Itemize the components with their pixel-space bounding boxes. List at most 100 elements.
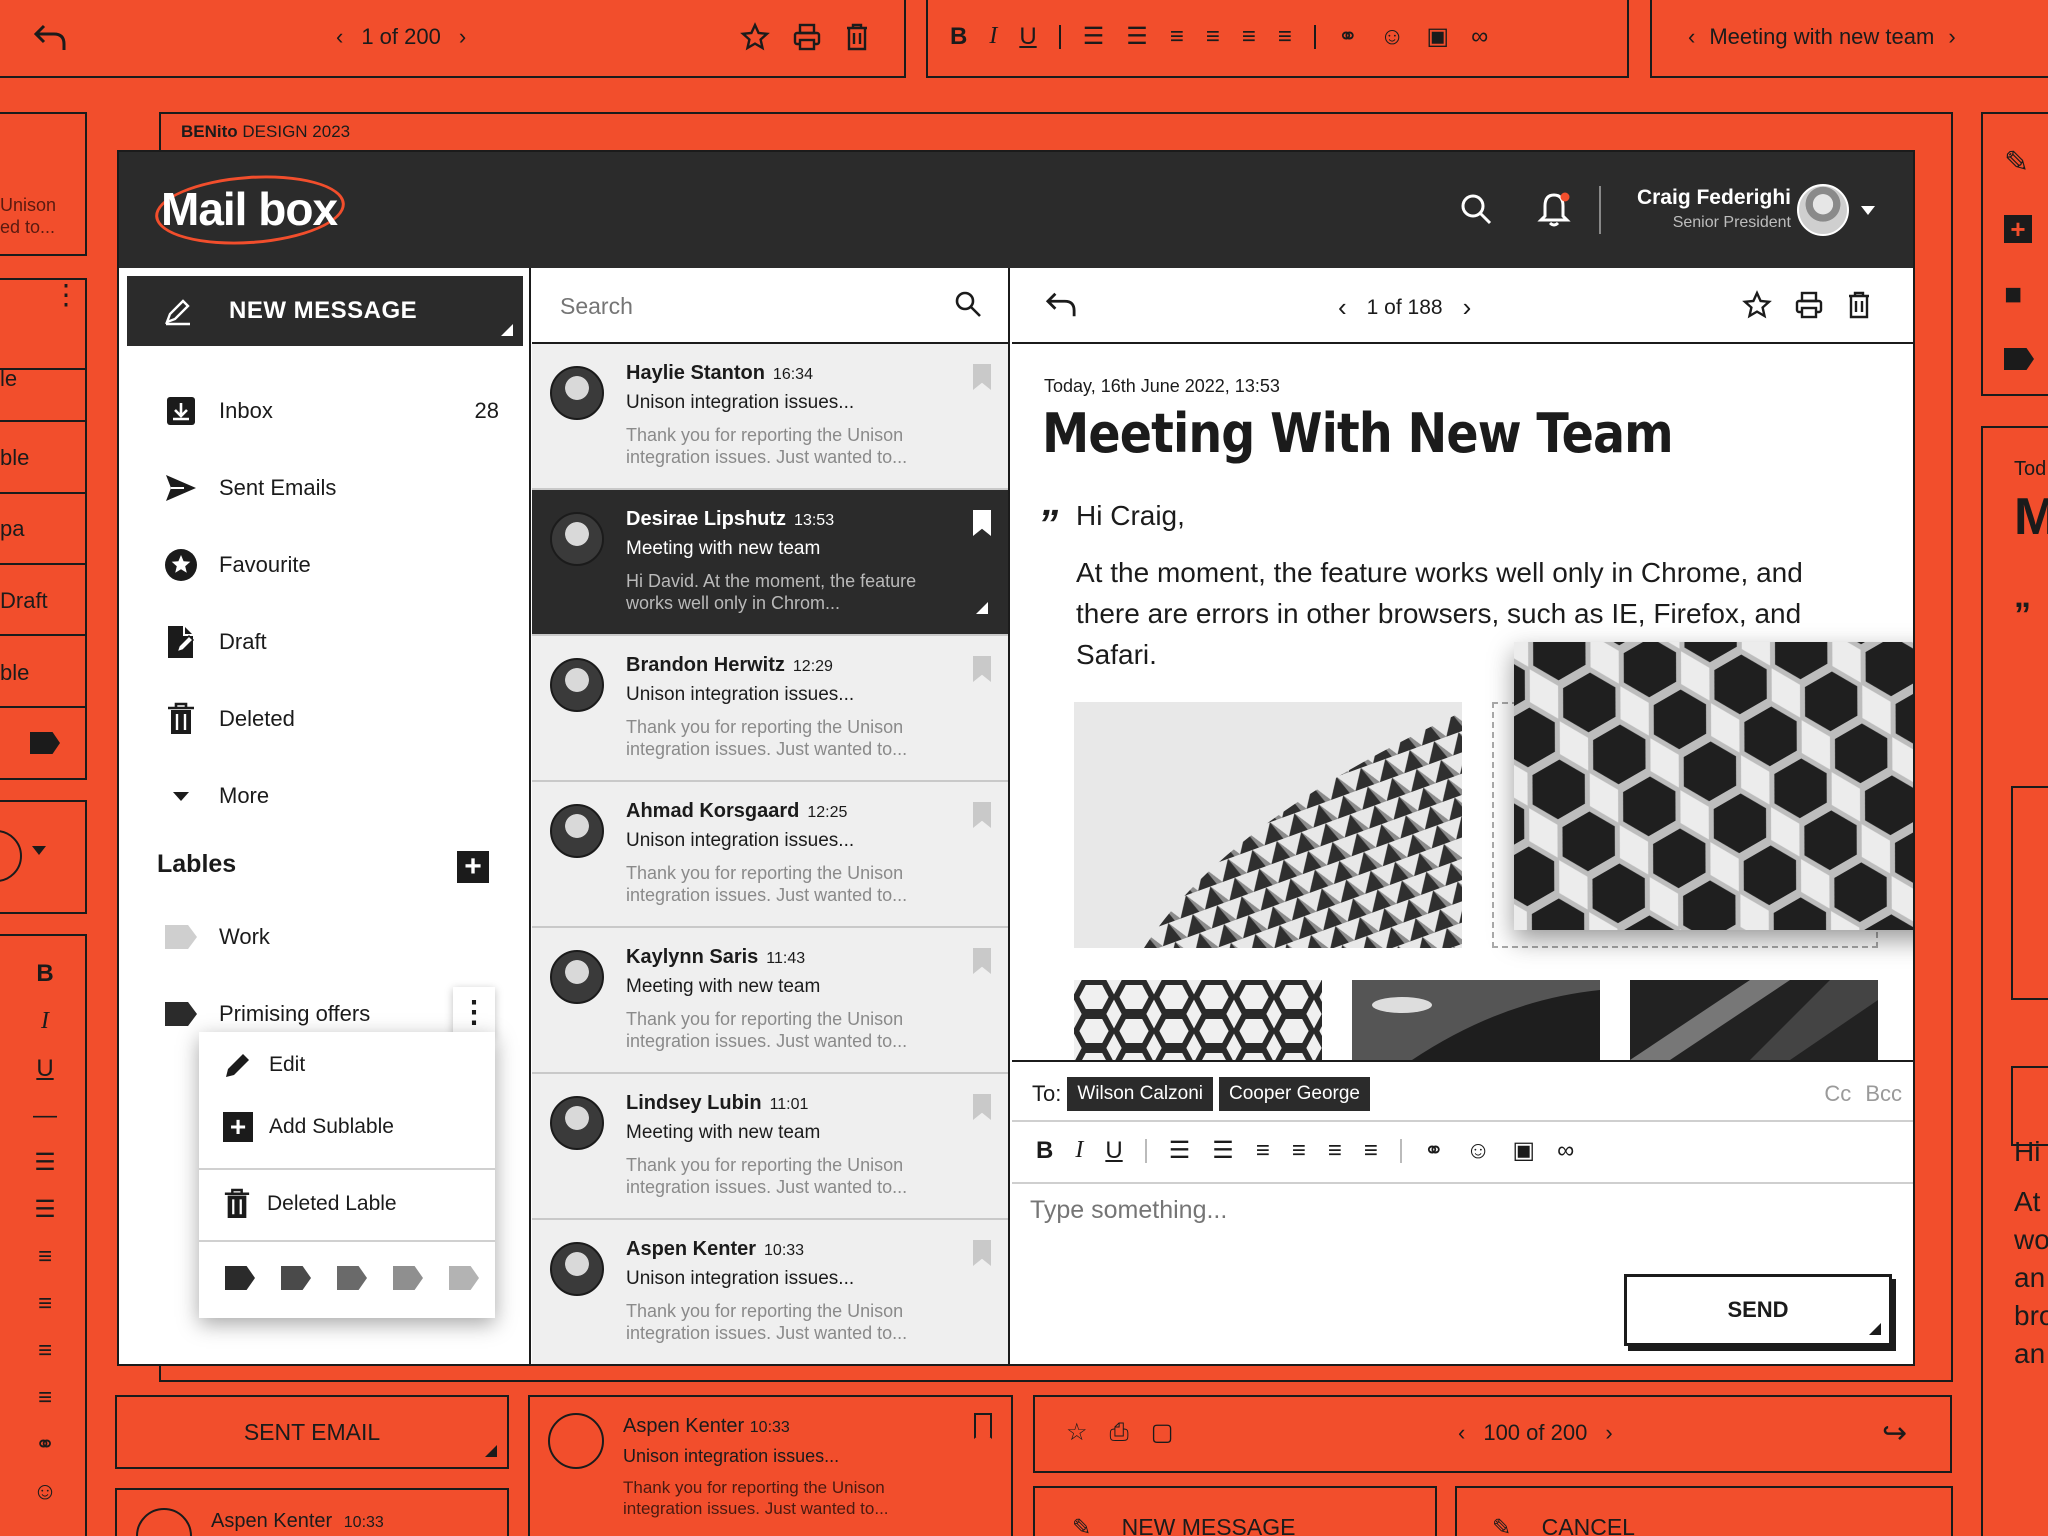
- sidebar-item-favourite[interactable]: Favourite: [159, 540, 499, 590]
- chevron-right-icon[interactable]: ›: [1948, 24, 1955, 50]
- print-icon[interactable]: ⎙: [1110, 1419, 1129, 1447]
- menu-item-delete-label[interactable]: Deleted Lable: [223, 1188, 397, 1220]
- bullet-list-icon[interactable]: ☰: [30, 1139, 60, 1186]
- message-list-item[interactable]: Haylie Stanton 16:34 Unison integration is…: [532, 344, 1008, 490]
- justify-icon[interactable]: ≡: [1278, 23, 1292, 51]
- message-list-item[interactable]: Lindsey Lubin 11:01 Meeting with new team T…: [532, 1074, 1008, 1220]
- search-icon[interactable]: [1459, 192, 1493, 226]
- attachment-icon[interactable]: ∞: [1557, 1137, 1574, 1165]
- chevron-left-icon[interactable]: ‹: [1458, 1420, 1465, 1446]
- sidebar-item-deleted[interactable]: Deleted: [159, 694, 499, 744]
- reply-icon[interactable]: [1044, 290, 1078, 320]
- italic-icon[interactable]: I: [989, 23, 997, 50]
- bullet-list-icon[interactable]: ☰: [1169, 1136, 1191, 1165]
- bookmark-icon[interactable]: [973, 1240, 991, 1266]
- bookmark-icon[interactable]: [973, 1094, 991, 1120]
- chevron-right-icon[interactable]: ›: [1463, 292, 1472, 323]
- message-list-item[interactable]: Kaylynn Saris 11:43 Meeting with new team T…: [532, 928, 1008, 1074]
- label-tag-icon[interactable]: [2004, 348, 2034, 370]
- numbered-list-icon[interactable]: ☰: [1126, 22, 1148, 51]
- chevron-left-icon[interactable]: ‹: [1688, 24, 1695, 50]
- emoji-icon[interactable]: ☺: [1380, 23, 1405, 51]
- pencil-icon[interactable]: ✎: [2004, 130, 2034, 196]
- link-icon[interactable]: ⚭: [1424, 1136, 1444, 1165]
- search-input[interactable]: [560, 286, 940, 326]
- align-right-icon[interactable]: ≡: [1328, 1137, 1342, 1165]
- recipient-chip[interactable]: Cooper George: [1219, 1077, 1370, 1111]
- building-photo-1[interactable]: [1074, 702, 1462, 948]
- sidebar-item-sent[interactable]: Sent Emails: [159, 463, 499, 513]
- align-center-icon[interactable]: ≡: [1292, 1137, 1306, 1165]
- italic-icon[interactable]: I: [1075, 1137, 1083, 1164]
- trash-icon[interactable]: [844, 22, 870, 52]
- more-vertical-icon[interactable]: ⋮: [453, 987, 495, 1037]
- message-list-item[interactable]: Ahmad Korsgaard 12:25 Unison integration i…: [532, 782, 1008, 928]
- cc-button[interactable]: Cc: [1824, 1081, 1851, 1107]
- align-right-icon[interactable]: ≡: [1242, 23, 1256, 51]
- align-center-icon[interactable]: ≡: [30, 1280, 60, 1327]
- justify-icon[interactable]: ≡: [30, 1374, 60, 1421]
- new-message-button[interactable]: NEW MESSAGE: [127, 276, 523, 346]
- add-icon[interactable]: +: [2004, 215, 2032, 243]
- underline-icon[interactable]: U: [1105, 1137, 1122, 1165]
- bold-icon[interactable]: B: [30, 950, 60, 997]
- sidebar-item-draft[interactable]: Draft: [159, 617, 499, 667]
- add-label-button[interactable]: +: [457, 851, 489, 883]
- user-info[interactable]: Craig Federighi Senior President: [1631, 186, 1791, 232]
- align-left-icon[interactable]: ≡: [30, 1233, 60, 1280]
- message-list-item[interactable]: Aspen Kenter 10:33 Unison integration issu…: [532, 1220, 1008, 1364]
- send-button[interactable]: SEND: [1624, 1274, 1892, 1346]
- bold-icon[interactable]: B: [1036, 1137, 1053, 1165]
- building-photo-3[interactable]: [1352, 980, 1600, 1060]
- user-avatar[interactable]: [1797, 184, 1849, 236]
- chevron-left-icon[interactable]: ‹: [336, 24, 343, 50]
- align-right-icon[interactable]: ≡: [30, 1327, 60, 1374]
- bookmark-icon[interactable]: [973, 364, 991, 390]
- more-vertical-icon[interactable]: ⋮: [52, 281, 80, 309]
- numbered-list-icon[interactable]: ☰: [1212, 1136, 1234, 1165]
- numbered-list-icon[interactable]: ☰: [30, 1186, 60, 1233]
- justify-icon[interactable]: ≡: [1364, 1137, 1378, 1165]
- search-icon[interactable]: [954, 290, 982, 318]
- chevron-right-icon[interactable]: ›: [1605, 1420, 1612, 1446]
- attachment-icon[interactable]: ∞: [1471, 23, 1488, 51]
- chevron-right-icon[interactable]: ›: [459, 24, 466, 50]
- align-left-icon[interactable]: ≡: [1256, 1137, 1270, 1165]
- recipient-chip[interactable]: Wilson Calzoni: [1067, 1077, 1214, 1111]
- trash-icon[interactable]: ■: [2004, 262, 2034, 328]
- swatch-color-1[interactable]: [225, 1266, 255, 1290]
- image-icon[interactable]: ▣: [1512, 1136, 1535, 1165]
- building-photo-2[interactable]: [1074, 980, 1322, 1060]
- print-icon[interactable]: [1794, 290, 1824, 320]
- sidebar-item-more[interactable]: More: [159, 771, 499, 821]
- reply-icon[interactable]: [32, 22, 68, 54]
- bookmark-icon[interactable]: [973, 948, 991, 974]
- image-icon[interactable]: ▣: [1426, 22, 1449, 51]
- underline-icon[interactable]: U: [1019, 23, 1036, 51]
- link-icon[interactable]: ⚭: [30, 1421, 60, 1468]
- link-icon[interactable]: ⚭: [1338, 22, 1358, 51]
- building-photo-dragging[interactable]: [1514, 642, 1913, 930]
- menu-item-edit[interactable]: Edit: [223, 1050, 305, 1080]
- underline-icon[interactable]: U: [30, 1045, 60, 1092]
- label-item-work[interactable]: Work: [159, 912, 499, 962]
- swatch-color-5[interactable]: [449, 1266, 479, 1290]
- align-center-icon[interactable]: ≡: [1206, 23, 1220, 51]
- bookmark-icon[interactable]: [973, 510, 991, 536]
- star-icon[interactable]: [740, 22, 770, 52]
- align-left-icon[interactable]: ≡: [1170, 23, 1184, 51]
- sidebar-item-inbox[interactable]: Inbox 28: [159, 386, 499, 436]
- sent-email-button[interactable]: SENT EMAIL: [115, 1395, 509, 1469]
- star-icon[interactable]: ☆: [1066, 1418, 1088, 1447]
- message-list-item[interactable]: Desirae Lipshutz 13:53 Meeting with new te…: [532, 490, 1008, 636]
- bookmark-icon[interactable]: [973, 802, 991, 828]
- trash-icon[interactable]: ▢: [1151, 1418, 1174, 1447]
- menu-item-add-sublabel[interactable]: + Add Sublable: [223, 1112, 394, 1142]
- bookmark-icon[interactable]: [973, 656, 991, 682]
- emoji-icon[interactable]: ☺: [1466, 1137, 1491, 1165]
- building-photo-4[interactable]: [1630, 980, 1878, 1060]
- forward-icon[interactable]: ↪: [1882, 1416, 1907, 1451]
- chevron-left-icon[interactable]: ‹: [1338, 292, 1347, 323]
- bcc-button[interactable]: Bcc: [1865, 1081, 1902, 1107]
- trash-icon[interactable]: [1846, 290, 1872, 320]
